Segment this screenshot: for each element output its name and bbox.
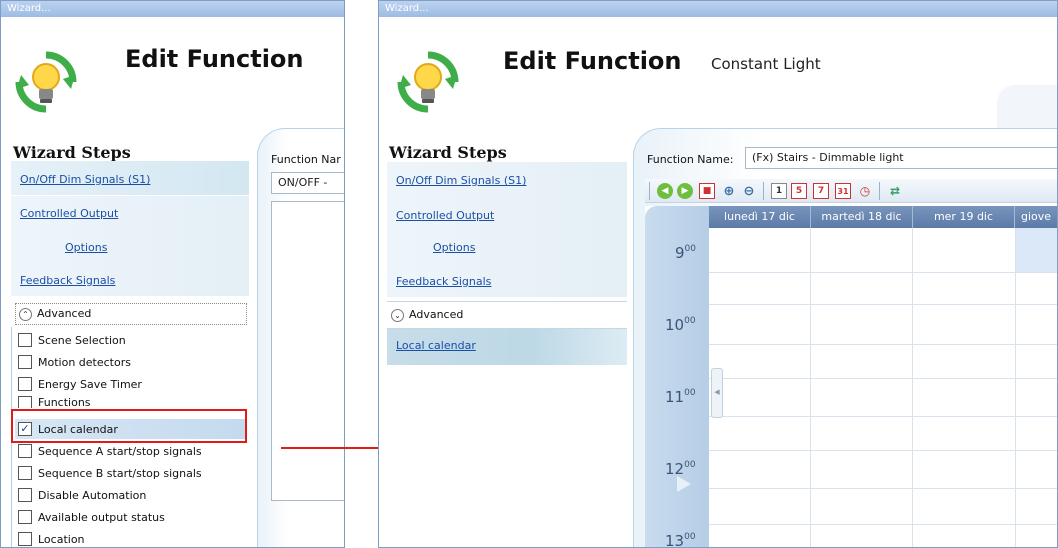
option-label: Scene Selection [38, 333, 126, 347]
checkbox[interactable] [18, 510, 32, 524]
step-on-off-dim-signals[interactable]: On/Off Dim Signals (S1) [20, 173, 150, 186]
day-divider [810, 228, 811, 547]
option-label: Energy Save Timer [38, 377, 142, 391]
step-on-off-dim-signals[interactable]: On/Off Dim Signals (S1) [396, 174, 526, 187]
timeline-view-icon[interactable]: ◷ [857, 183, 873, 199]
lightbulb-logo-icon [13, 49, 79, 115]
advanced-label: Advanced [409, 308, 464, 321]
toolbar-separator [649, 182, 650, 200]
toolbar-separator [763, 182, 764, 200]
grid-line [709, 344, 1057, 345]
day-divider [1015, 228, 1016, 547]
checkbox[interactable] [18, 396, 32, 408]
function-name-input[interactable]: (Fx) Stairs - Dimmable light [745, 147, 1057, 169]
page-title: Edit Function [503, 47, 682, 75]
checkbox[interactable] [18, 466, 32, 480]
advanced-label: Advanced [37, 307, 92, 320]
day-header-tuesday[interactable]: martedì 18 dic [810, 206, 912, 228]
option-scene-selection[interactable]: Scene Selection [18, 330, 126, 350]
month-view-icon[interactable]: 31 [835, 183, 851, 199]
option-label: Location [38, 532, 85, 546]
calendar-day-header: lunedì 17 dic martedì 18 dic mer 19 dic … [709, 206, 1057, 228]
day-header-wednesday[interactable]: mer 19 dic [912, 206, 1014, 228]
toolbar-separator [879, 182, 880, 200]
day-view-icon[interactable]: 1 [771, 183, 787, 199]
lightbulb-logo-icon [395, 49, 461, 115]
option-location[interactable]: Location [18, 529, 85, 547]
option-label: Sequence B start/stop signals [38, 466, 202, 480]
checkbox[interactable] [18, 333, 32, 347]
function-body-area [271, 201, 344, 501]
function-name-label: Function Nar [271, 153, 341, 166]
grid-line [709, 524, 1057, 525]
window-title: Wizard... [1, 1, 344, 17]
step-feedback-signals[interactable]: Feedback Signals [20, 274, 115, 287]
grid-line [709, 272, 1057, 273]
calendar-toolbar: ◀ ▶ ■ ⊕ ⊖ 1 5 7 31 ◷ ⇄ [645, 179, 1057, 203]
today-cell [1016, 228, 1057, 272]
day-header-thursday[interactable]: giove [1014, 206, 1057, 228]
wizard-steps-title: Wizard Steps [389, 143, 507, 162]
step-options[interactable]: Options [433, 241, 475, 254]
checkbox[interactable] [18, 377, 32, 391]
checkbox[interactable] [18, 532, 32, 546]
advanced-toggle[interactable]: ⌄ Advanced [387, 301, 627, 329]
grid-line [709, 416, 1057, 417]
wizard-window-before: Wizard... Edit Function Wizard Steps On/… [0, 0, 345, 548]
step-feedback-signals[interactable]: Feedback Signals [396, 275, 491, 288]
step-options[interactable]: Options [65, 241, 107, 254]
day-header-monday[interactable]: lunedì 17 dic [709, 206, 810, 228]
option-label: Sequence A start/stop signals [38, 444, 202, 458]
today-icon[interactable]: ■ [699, 183, 715, 199]
forward-icon[interactable]: ▶ [677, 183, 693, 199]
header-decoration [997, 85, 1057, 131]
wizard-window-after: Wizard... Edit Function Constant Light W… [378, 0, 1058, 548]
grid-line [709, 450, 1057, 451]
function-type-subtitle: Constant Light [711, 55, 821, 73]
zoom-in-icon[interactable]: ⊕ [721, 183, 737, 199]
option-sequence-a[interactable]: Sequence A start/stop signals [18, 441, 202, 461]
step-local-calendar[interactable]: Local calendar [396, 339, 476, 352]
highlight-box [11, 409, 247, 443]
wizard-steps-title: Wizard Steps [13, 143, 131, 162]
checkbox[interactable] [18, 488, 32, 502]
option-functions[interactable]: Functions [18, 396, 91, 408]
work-week-view-icon[interactable]: 5 [791, 183, 807, 199]
collapse-handle[interactable]: ◀ [711, 368, 723, 418]
grid-line [709, 378, 1057, 379]
page-title: Edit Function [125, 45, 304, 73]
hour-label: 900 [675, 244, 696, 262]
grid-line [709, 304, 1057, 305]
step-controlled-output[interactable]: Controlled Output [20, 207, 118, 220]
option-label: Motion detectors [38, 355, 131, 369]
step-controlled-output[interactable]: Controlled Output [396, 209, 494, 222]
function-name-input[interactable]: ON/OFF - [271, 172, 344, 194]
option-label: Disable Automation [38, 488, 147, 502]
week-view-icon[interactable]: 7 [813, 183, 829, 199]
option-energy-save-timer[interactable]: Energy Save Timer [18, 374, 142, 394]
option-sequence-b[interactable]: Sequence B start/stop signals [18, 463, 202, 483]
back-icon[interactable]: ◀ [657, 183, 673, 199]
checkbox[interactable] [18, 355, 32, 369]
current-time-marker [677, 476, 691, 492]
hour-label: 1000 [665, 316, 696, 334]
hour-label: 1100 [665, 388, 696, 406]
option-label: Functions [38, 396, 91, 408]
window-title: Wizard... [379, 1, 1057, 17]
advanced-toggle[interactable]: ⌃ Advanced [15, 303, 247, 325]
chevron-down-icon: ⌄ [391, 308, 404, 322]
function-name-label: Function Name: [647, 153, 734, 166]
calendar-view: lunedì 17 dic martedì 18 dic mer 19 dic … [645, 206, 1057, 548]
zoom-out-icon[interactable]: ⊖ [741, 183, 757, 199]
grid-line [709, 488, 1057, 489]
option-motion-detectors[interactable]: Motion detectors [18, 352, 131, 372]
chevron-up-icon: ⌃ [19, 307, 32, 321]
fullscreen-icon[interactable]: ⇄ [887, 183, 903, 199]
day-divider [912, 228, 913, 547]
option-available-output-status[interactable]: Available output status [18, 507, 165, 527]
option-disable-automation[interactable]: Disable Automation [18, 485, 146, 505]
checkbox[interactable] [18, 444, 32, 458]
hour-label: 1300 [665, 532, 696, 548]
option-label: Available output status [38, 510, 165, 524]
